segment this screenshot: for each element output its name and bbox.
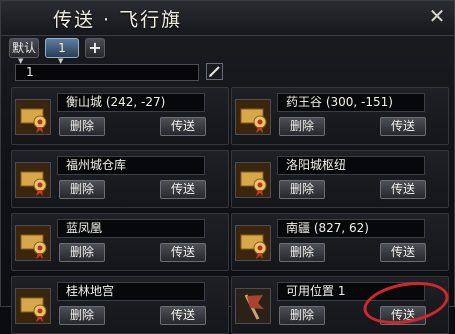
tab-default[interactable]: 默认	[9, 38, 39, 58]
teleport-button[interactable]: 传送	[160, 243, 206, 262]
delete-button[interactable]: 删除	[59, 117, 105, 136]
location-card: 药王谷 (300, -151) 删除 传送	[231, 87, 449, 145]
scroll-icon[interactable]	[235, 225, 271, 261]
window-title: 传送 · 飞行旗	[53, 9, 183, 31]
teleport-window: 传送 · 飞行旗 ✕ 默认 ▼ 1 ▼ + 1 衡山城 (242, -27) 删除…	[0, 0, 455, 334]
teleport-button[interactable]: 传送	[380, 243, 426, 262]
delete-button[interactable]: 删除	[279, 180, 325, 199]
location-card: 桂林地宫删除 传送	[11, 276, 229, 334]
flag-icon[interactable]	[235, 288, 271, 324]
delete-button[interactable]: 删除	[279, 306, 325, 325]
teleport-button[interactable]: 传送	[380, 180, 426, 199]
tab-name-input[interactable]: 1	[15, 64, 199, 81]
add-tab-button[interactable]: +	[85, 38, 105, 58]
location-name: 福州城仓库	[57, 156, 205, 175]
title-bar[interactable]: 传送 · 飞行旗 ✕	[1, 1, 454, 36]
location-name: 桂林地宫	[57, 282, 205, 301]
close-icon[interactable]: ✕	[428, 6, 446, 26]
edit-name-button[interactable]	[206, 63, 223, 80]
delete-button[interactable]: 删除	[279, 117, 325, 136]
tab-1[interactable]: 1	[45, 38, 79, 58]
location-card: 蓝凤凰删除 传送	[11, 213, 229, 271]
teleport-button[interactable]: 传送	[160, 306, 206, 325]
location-name: 药王谷 (300, -151)	[277, 93, 425, 112]
delete-button[interactable]: 删除	[279, 243, 325, 262]
location-card: 衡山城 (242, -27) 删除 传送	[11, 87, 229, 145]
pencil-icon	[209, 66, 220, 77]
location-name: 南疆 (827, 62)	[277, 219, 425, 238]
location-card: 福州城仓库删除 传送	[11, 150, 229, 208]
location-card: 洛阳城枢纽删除 传送	[231, 150, 449, 208]
scroll-icon[interactable]	[15, 162, 51, 198]
scroll-icon[interactable]	[15, 288, 51, 324]
delete-button[interactable]: 删除	[59, 306, 105, 325]
scroll-icon[interactable]	[235, 162, 271, 198]
delete-button[interactable]: 删除	[59, 180, 105, 199]
location-name: 蓝凤凰	[57, 219, 205, 238]
teleport-button[interactable]: 传送	[160, 180, 206, 199]
scroll-icon[interactable]	[15, 99, 51, 135]
location-name: 衡山城 (242, -27)	[57, 93, 205, 112]
location-name: 洛阳城枢纽	[277, 156, 425, 175]
scroll-icon[interactable]	[235, 99, 271, 135]
teleport-button[interactable]: 传送	[160, 117, 206, 136]
location-card: 南疆 (827, 62) 删除 传送	[231, 213, 449, 271]
scroll-icon[interactable]	[15, 225, 51, 261]
teleport-button[interactable]: 传送	[380, 117, 426, 136]
delete-button[interactable]: 删除	[59, 243, 105, 262]
